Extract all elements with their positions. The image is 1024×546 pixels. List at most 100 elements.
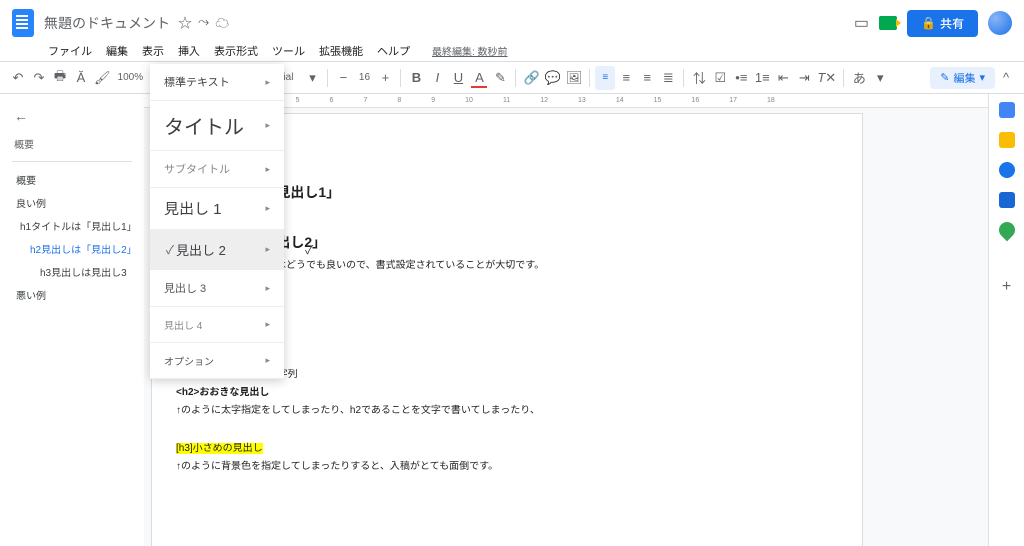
pencil-icon: ✎ [940,71,949,84]
style-option-normal[interactable]: 標準テキスト▸ [150,64,284,101]
outline-item[interactable]: h3見出しは見出し3 [0,260,144,283]
outline-item[interactable]: h2見出しは「見出し2」 [0,237,144,260]
cloud-status-icon[interactable]: ☁ [215,13,229,33]
menu-format[interactable]: 表示形式 [208,41,264,61]
style-option-title[interactable]: タイトル ▸ [150,101,284,151]
ruler-mark: 12 [540,97,548,104]
outline-item[interactable]: 悪い例 [0,283,144,306]
maps-icon[interactable] [995,219,1018,242]
paint-format-icon[interactable]: 🖌 [92,66,113,90]
style-option-h4[interactable]: 見出し 4▸ [150,307,284,343]
bold-icon[interactable]: B [406,66,426,90]
comment-history-icon[interactable]: ▭ [854,13,869,33]
chevron-down-icon: ▾ [979,71,985,84]
doc-text[interactable]: ↑のように太字指定をしてしまったり、h2であることを文字で書いてしまったり、 [176,402,838,419]
style-option-subtitle[interactable]: サブタイトル▸ [150,151,284,188]
doc-text[interactable]: ↑のように背景色を指定してしまったりすると、入稿がとても面倒です。 [176,458,838,475]
check-icon: ✓ [164,241,176,258]
move-icon[interactable]: ⤳ [198,13,209,33]
style-label: 見出し 4 [164,317,202,332]
outline-collapse-icon[interactable]: ← [0,102,144,130]
calendar-icon[interactable] [999,102,1015,118]
meet-icon[interactable] [879,16,897,30]
print-icon[interactable]: 🖶 [50,66,70,90]
expand-icon[interactable]: ^ [996,66,1016,90]
separator [843,69,844,87]
font-size-increase[interactable]: + [375,66,395,90]
chevron-right-icon: ▸ [265,355,270,366]
style-label: タイトル [164,111,244,140]
doc-text[interactable]: [h3]小さめの見出し [176,440,838,457]
underline-icon[interactable]: U [448,66,468,90]
editing-mode-button[interactable]: ✎ 編集 ▾ [930,67,995,89]
keep-icon[interactable] [999,132,1015,148]
indent-decrease-icon[interactable]: ⇤ [773,66,793,90]
ruler-mark: 6 [330,97,334,104]
chevron-right-icon: ▸ [265,120,270,131]
docs-logo-icon[interactable] [12,9,34,37]
menu-insert[interactable]: 挿入 [172,41,206,61]
side-panel: + [988,94,1024,546]
outline-item[interactable]: h1タイトルは「見出し1」 [0,214,144,237]
outline-item[interactable]: 概要 [0,168,144,191]
menu-view[interactable]: 表示 [136,41,170,61]
ruler-mark: 13 [578,97,586,104]
style-label: オプション [164,353,214,368]
spellcheck-icon[interactable]: Ă [71,66,91,90]
align-center-icon[interactable]: ≡ [616,66,636,90]
highlight-icon[interactable]: ✎ [490,66,510,90]
menu-help[interactable]: ヘルプ [371,41,416,61]
chevron-down-icon[interactable]: ▾ [870,66,890,90]
number-list-icon[interactable]: 1≡ [752,66,772,90]
bullet-list-icon[interactable]: •≡ [731,66,751,90]
style-option-h1[interactable]: 見出し 1 ▸ [150,188,284,230]
paragraph-styles-dropdown: 標準テキスト▸ タイトル▸ サブタイトル▸ 見出し 1▸ ✓ 見出し 2▸ 見出… [150,64,284,379]
menu-tools[interactable]: ツール [266,41,311,61]
style-option-options[interactable]: オプション ▸ [150,343,284,379]
insert-link-icon[interactable]: 🔗 [521,66,541,90]
line-spacing-icon[interactable]: ⇅ [689,66,709,90]
separator [400,69,401,87]
style-option-h3[interactable]: 見出し 3▸ [150,270,284,307]
star-icon[interactable]: ☆ [178,13,192,33]
zoom-select[interactable]: 100% [114,66,148,90]
indent-increase-icon[interactable]: ⇥ [794,66,814,90]
account-avatar[interactable] [988,11,1012,35]
clear-format-icon[interactable]: T✕ [815,66,838,90]
font-size-decrease[interactable]: − [333,66,353,90]
undo-icon[interactable]: ↶ [8,66,28,90]
redo-icon[interactable]: ↷ [29,66,49,90]
input-tools-icon[interactable]: あ [849,66,869,90]
style-label: 標準テキスト [164,74,230,90]
share-button[interactable]: 🔒 共有 [907,10,978,37]
separator [589,69,590,87]
header-bar: 無題のドキュメント ☆ ⤳ ☁ ▭ 🔒 共有 [0,0,1024,40]
align-justify-icon[interactable]: ≣ [658,66,678,90]
italic-icon[interactable]: I [427,66,447,90]
align-left-icon[interactable]: ≡ [595,66,615,90]
ruler-mark: 10 [465,97,473,104]
checklist-icon[interactable]: ☑ [710,66,730,90]
outline-item[interactable]: 良い例 [0,191,144,214]
contacts-icon[interactable] [999,192,1015,208]
menu-edit[interactable]: 編集 [100,41,134,61]
ruler-mark: 15 [654,97,662,104]
add-comment-icon[interactable]: 💬 [543,66,563,90]
addons-plus-icon[interactable]: + [1002,278,1011,296]
font-size-input[interactable]: 16 [354,66,374,90]
text-color-icon[interactable]: A [469,66,489,90]
chevron-down-icon[interactable]: ▾ [302,66,322,90]
insert-image-icon[interactable]: 🖼 [564,66,585,90]
style-option-h2[interactable]: ✓ 見出し 2▸ [150,230,284,270]
tasks-icon[interactable] [999,162,1015,178]
document-title[interactable]: 無題のドキュメント [44,13,170,33]
style-label: 見出し 1 [164,198,222,219]
last-edit-link[interactable]: 最終編集: 数秒前 [426,41,514,60]
menu-file[interactable]: ファイル [42,41,98,61]
menu-extensions[interactable]: 拡張機能 [313,41,369,61]
chevron-right-icon: ▸ [265,203,270,214]
doc-text[interactable]: <h2>おおきな見出し [176,384,838,401]
align-right-icon[interactable]: ≡ [637,66,657,90]
ruler-mark: 17 [729,97,737,104]
chevron-right-icon: ▸ [265,164,270,175]
